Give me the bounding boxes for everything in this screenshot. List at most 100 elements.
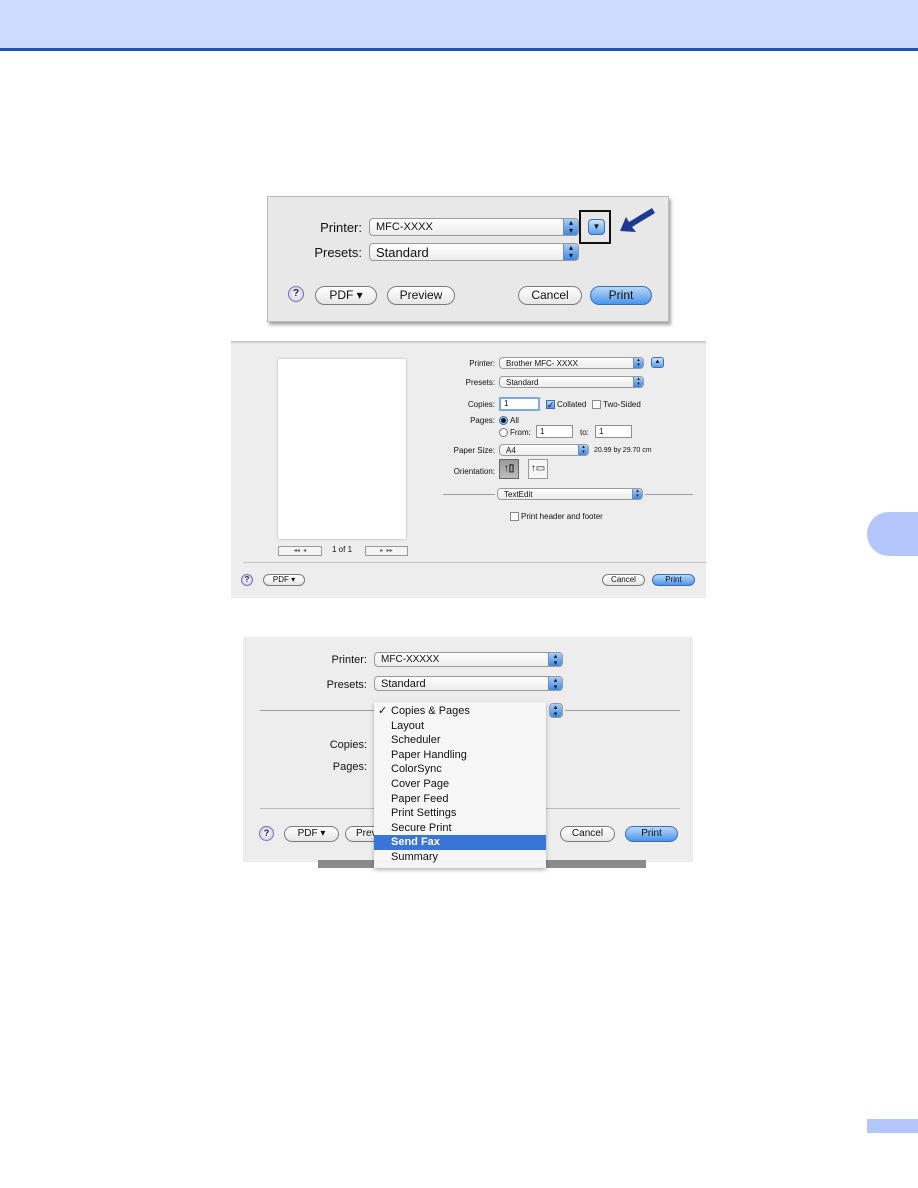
orientation-landscape-button[interactable]: ↑▭ [528, 459, 548, 479]
menu-item-copies-pages[interactable]: ✓ Copies & Pages [374, 704, 546, 719]
pages-all-radio[interactable] [499, 416, 508, 425]
disclosure-triangle-icon: ▼ [592, 222, 601, 231]
last-page-icon[interactable]: ▸▸ [387, 548, 393, 554]
cancel-button[interactable]: Cancel [518, 286, 582, 305]
menu-item-label: Send Fax [391, 836, 440, 849]
printer-value: MFC-XXXX [376, 221, 433, 233]
help-icon: ? [292, 288, 300, 299]
collated-checkbox[interactable]: ✓ [546, 400, 555, 410]
cancel-button[interactable]: Cancel [560, 826, 615, 842]
menu-item-paper-handling[interactable]: Paper Handling [374, 748, 546, 763]
disclosure-triangle-up-icon: ▲ [654, 359, 661, 365]
panel-menu: ✓ Copies & Pages Layout Scheduler Paper Hand… [374, 702, 546, 868]
header-rule [0, 48, 918, 51]
two-sided-checkbox[interactable] [592, 400, 601, 409]
presets-label: Presets: [314, 245, 362, 260]
help-button[interactable]: ? [241, 574, 253, 586]
cancel-button[interactable]: Cancel [602, 574, 645, 586]
menu-item-send-fax[interactable]: Send Fax [374, 835, 546, 850]
pages-all-label: All [510, 416, 519, 425]
orientation-portrait-button[interactable]: ↑▯ [499, 459, 519, 479]
print-button[interactable]: Print [590, 286, 652, 305]
page-counter: 1 of 1 [332, 545, 353, 554]
prev-page-icon[interactable]: ◂ [303, 548, 306, 554]
header-footer-label: Print header and footer [521, 512, 603, 521]
next-page-icon[interactable]: ▸ [380, 548, 383, 554]
first-page-icon[interactable]: ◂◂ [294, 548, 300, 554]
callout-arrow-icon [620, 208, 655, 232]
section-separator-right [565, 710, 680, 711]
expand-button[interactable]: ▼ [588, 219, 605, 235]
section-separator-left [443, 494, 495, 495]
print-button[interactable]: Print [625, 826, 678, 842]
printer-popup[interactable]: MFC-XXXXX ▴ ▾ [374, 652, 563, 667]
menu-item-cover-page[interactable]: Cover Page [374, 777, 546, 792]
paper-size-popup[interactable]: A4 ▴ ▾ [499, 444, 589, 456]
menu-item-label: Copies & Pages [391, 705, 470, 717]
help-button[interactable]: ? [288, 286, 304, 302]
paper-size-label: Paper Size: [453, 446, 495, 455]
menu-item-scheduler[interactable]: Scheduler [374, 733, 546, 748]
pdf-button[interactable]: PDF ▾ [263, 574, 305, 586]
printer-popup[interactable]: MFC-XXXX ▴ ▾ [369, 218, 579, 236]
checkmark-icon: ✓ [378, 705, 388, 717]
section-popup[interactable]: TextEdit ▴ ▾ [497, 488, 643, 500]
header-footer-checkbox[interactable] [510, 512, 519, 521]
copies-field[interactable]: 1 [499, 397, 540, 411]
presets-label: Presets: [465, 378, 495, 387]
updown-arrows-icon: ▴ ▾ [563, 244, 578, 260]
menu-item-secure-print[interactable]: Secure Print [374, 821, 546, 836]
paper-dimensions: 20.99 by 29.70 cm [594, 447, 652, 454]
page-header-band [0, 0, 918, 48]
nav-first-prev[interactable]: ◂◂ ◂ [278, 546, 322, 556]
presets-popup[interactable]: Standard ▴ ▾ [369, 243, 579, 261]
nav-next-last[interactable]: ▸ ▸▸ [365, 546, 408, 556]
to-label: to: [580, 428, 589, 437]
updown-arrows-icon: ▴ ▾ [548, 653, 562, 666]
section-separator-left [260, 710, 375, 711]
collated-label: Collated [557, 400, 587, 409]
menu-item-label: Scheduler [391, 734, 441, 747]
updown-arrows-icon: ▴ ▾ [632, 489, 642, 499]
menu-item-paper-feed[interactable]: Paper Feed [374, 792, 546, 807]
presets-popup[interactable]: Standard ▴ ▾ [499, 376, 644, 388]
help-button[interactable]: ? [259, 826, 274, 841]
presets-value: Standard [381, 678, 426, 690]
help-icon: ? [263, 828, 270, 838]
pages-label: Pages: [332, 761, 367, 773]
presets-value: Standard [506, 378, 539, 387]
presets-value: Standard [376, 245, 429, 260]
menu-item-label: Summary [391, 850, 439, 863]
section-value: TextEdit [504, 490, 533, 499]
page-preview [278, 359, 406, 539]
section-separator-right [645, 494, 693, 495]
printer-label: Printer: [331, 654, 367, 666]
presets-popup[interactable]: Standard ▴ ▾ [374, 676, 563, 691]
copies-label: Copies: [329, 739, 367, 751]
updown-arrows-icon: ▴ ▾ [633, 358, 643, 368]
two-sided-label: Two-Sided [603, 400, 641, 409]
chapter-tab [867, 512, 918, 556]
printer-popup[interactable]: Brother MFC- XXXX ▴ ▾ [499, 357, 644, 369]
print-button[interactable]: Print [652, 574, 695, 586]
preview-button[interactable]: Preview [387, 286, 455, 305]
presets-label: Presets: [326, 679, 367, 691]
pdf-button[interactable]: PDF ▾ [284, 826, 339, 842]
page-number-tab [867, 1119, 918, 1133]
collapse-button[interactable]: ▲ [651, 357, 664, 368]
pages-label: Pages: [470, 416, 495, 425]
menu-item-label: ColorSync [391, 763, 442, 776]
from-field[interactable]: 1 [536, 425, 573, 438]
pdf-button[interactable]: PDF ▾ [315, 286, 377, 305]
menu-item-summary[interactable]: Summary [374, 850, 546, 865]
menu-item-layout[interactable]: Layout [374, 719, 546, 734]
pages-from-radio[interactable] [499, 428, 508, 437]
print-dialog-expanded: ◂◂ ◂ 1 of 1 ▸ ▸▸ Printer: Brother MFC- X… [231, 341, 706, 598]
menu-item-label: Secure Print [391, 821, 452, 834]
menu-item-colorsync[interactable]: ColorSync [374, 762, 546, 777]
to-field[interactable]: 1 [595, 425, 632, 438]
menu-item-print-settings[interactable]: Print Settings [374, 806, 546, 821]
dialog-top-shadow [231, 341, 706, 344]
printer-label: Printer: [320, 220, 362, 235]
section-popup[interactable]: ▴ ▾ [549, 703, 563, 718]
